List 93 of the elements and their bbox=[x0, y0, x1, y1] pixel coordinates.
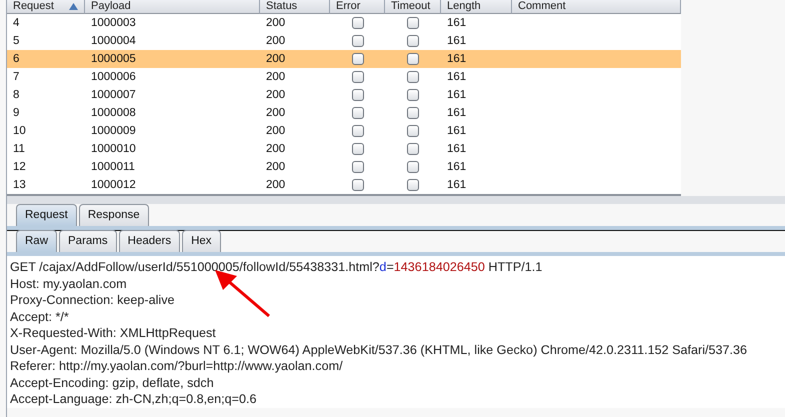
table-cell: 1000006 bbox=[91, 71, 136, 83]
table-row[interactable]: 8 1000007 200 161 bbox=[7, 86, 681, 104]
checkbox[interactable] bbox=[352, 107, 364, 119]
editor-line: Referer: http://my.yaolan.com/?burl=http://www.yaolan.com/ bbox=[10, 358, 344, 374]
column-header[interactable]: Error bbox=[330, 0, 385, 14]
table-cell: 161 bbox=[447, 71, 466, 83]
table-cell: 1000008 bbox=[91, 107, 136, 119]
table-cell: 5 bbox=[13, 35, 20, 47]
tab[interactable]: Params bbox=[59, 230, 117, 252]
table-cell: 161 bbox=[447, 53, 466, 65]
table-cell: 200 bbox=[266, 125, 286, 137]
tab[interactable]: Hex bbox=[182, 230, 221, 252]
tab[interactable]: Response bbox=[78, 204, 149, 226]
checkbox[interactable] bbox=[352, 161, 364, 173]
tab[interactable]: Raw bbox=[16, 230, 58, 252]
checkbox[interactable] bbox=[407, 71, 419, 83]
editor-line: Host: my.yaolan.com bbox=[10, 276, 128, 292]
editor-line: Accept: */* bbox=[10, 308, 70, 325]
editor-line: GET /cajax/AddFollow/userId/551000005/followId/55438331.html?d=1436184026450 HTTP/1.1 bbox=[10, 259, 544, 276]
table-cell: 200 bbox=[266, 143, 286, 155]
table-row[interactable]: 5 1000004 200 161 bbox=[7, 32, 681, 50]
table-cell: 13 bbox=[13, 179, 26, 191]
table-cell: 200 bbox=[266, 35, 286, 47]
table-cell: 161 bbox=[447, 161, 466, 173]
table-cell: 200 bbox=[266, 179, 286, 191]
editor-line: Accept-Encoding: gzip, deflate, sdch bbox=[10, 374, 215, 391]
table-cell: 200 bbox=[266, 161, 286, 173]
table-row[interactable]: 10 1000009 200 161 bbox=[7, 122, 681, 140]
checkbox[interactable] bbox=[407, 161, 419, 173]
editor-line: User-Agent: Mozilla/5.0 (Windows NT 6.1; WOW64) AppleWebKit/537.36 (KHTML, like Gecko) Chrome/42.0.2311.152 Safari/537.36 bbox=[10, 342, 748, 358]
column-header[interactable]: Payload bbox=[85, 0, 260, 14]
checkbox[interactable] bbox=[407, 107, 419, 119]
table-row[interactable]: 12 1000011 200 161 bbox=[7, 158, 681, 176]
editor-line: Accept-Language: zh-CN,zh;q=0.8,en;q=0.6 bbox=[10, 391, 258, 408]
table-row[interactable]: 13 1000012 200 161 bbox=[7, 176, 681, 194]
table-cell: 161 bbox=[447, 89, 466, 101]
table-row[interactable]: 6 1000005 200 161 bbox=[7, 50, 681, 68]
table-cell: 8 bbox=[13, 89, 20, 101]
table-cell: 161 bbox=[447, 179, 466, 191]
table-cell: 1000009 bbox=[91, 125, 136, 137]
column-header[interactable]: Timeout bbox=[385, 0, 441, 14]
table-cell: 12 bbox=[13, 161, 26, 173]
table-cell: 4 bbox=[13, 17, 20, 29]
horizontal-scrollbar[interactable] bbox=[7, 196, 785, 204]
table-row[interactable]: 7 1000006 200 161 bbox=[7, 68, 681, 86]
checkbox[interactable] bbox=[352, 89, 364, 101]
checkbox[interactable] bbox=[407, 125, 419, 137]
table-cell: 9 bbox=[13, 107, 20, 119]
table-cell: 1000004 bbox=[91, 35, 136, 47]
table-cell: 11 bbox=[13, 143, 25, 155]
table-cell: 200 bbox=[266, 89, 286, 101]
table-cell: 200 bbox=[266, 107, 286, 119]
table-cell: 200 bbox=[266, 71, 286, 83]
editor-line: Proxy-Connection: keep-alive bbox=[10, 292, 176, 308]
checkbox[interactable] bbox=[407, 179, 419, 191]
checkbox[interactable] bbox=[352, 143, 364, 155]
table-cell: 161 bbox=[447, 125, 466, 137]
checkbox[interactable] bbox=[407, 89, 419, 101]
checkbox[interactable] bbox=[407, 35, 419, 47]
table-row[interactable]: 9 1000008 200 161 bbox=[7, 104, 681, 122]
table-cell: 1000011 bbox=[91, 161, 135, 173]
table-cell: 1000012 bbox=[91, 179, 136, 191]
checkbox[interactable] bbox=[352, 17, 364, 29]
table-cell: 161 bbox=[447, 17, 466, 29]
column-header[interactable]: Request bbox=[7, 0, 85, 14]
table-cell: 1000005 bbox=[91, 53, 136, 65]
table-cell: 1000007 bbox=[91, 89, 136, 101]
column-header[interactable]: Comment bbox=[512, 0, 681, 14]
table-cell: 10 bbox=[13, 125, 26, 137]
table-cell: 1000003 bbox=[91, 17, 136, 29]
checkbox[interactable] bbox=[407, 17, 419, 29]
editor-line: X-Requested-With: XMLHttpRequest bbox=[10, 325, 217, 342]
column-header[interactable]: Status bbox=[260, 0, 330, 14]
table-cell: 6 bbox=[13, 53, 20, 65]
table-cell: 200 bbox=[266, 17, 286, 29]
checkbox[interactable] bbox=[407, 53, 419, 65]
table-cell: 1000010 bbox=[91, 143, 136, 155]
checkbox[interactable] bbox=[352, 53, 364, 65]
table-cell: 200 bbox=[266, 53, 286, 65]
checkbox[interactable] bbox=[352, 179, 364, 191]
checkbox[interactable] bbox=[352, 35, 364, 47]
checkbox[interactable] bbox=[352, 71, 364, 83]
table-row[interactable]: 11 1000010 200 161 bbox=[7, 140, 681, 158]
checkbox[interactable] bbox=[352, 125, 364, 137]
table-row[interactable]: 4 1000003 200 161 bbox=[7, 14, 681, 32]
tab[interactable]: Headers bbox=[118, 230, 180, 252]
table-cell: 161 bbox=[447, 143, 466, 155]
tab[interactable]: Request bbox=[16, 204, 77, 226]
column-header[interactable]: Length bbox=[441, 0, 512, 14]
table-cell: 161 bbox=[447, 35, 466, 47]
table-cell: 161 bbox=[447, 107, 466, 119]
table-cell: 7 bbox=[13, 71, 20, 83]
checkbox[interactable] bbox=[407, 143, 419, 155]
